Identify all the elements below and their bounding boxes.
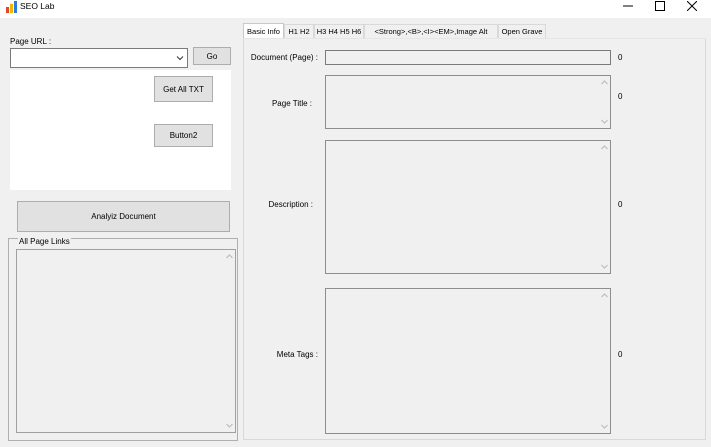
go-button[interactable]: Go bbox=[193, 47, 231, 65]
document-page-field[interactable] bbox=[325, 50, 611, 65]
page-title-textarea[interactable] bbox=[325, 75, 611, 129]
page-url-label: Page URL : bbox=[10, 37, 52, 46]
scroll-up-icon[interactable] bbox=[226, 254, 233, 259]
page-title-label: Page Title : bbox=[271, 99, 312, 108]
meta-tags-count: 0 bbox=[618, 350, 623, 359]
scroll-down-icon[interactable] bbox=[601, 424, 608, 429]
close-icon bbox=[687, 1, 697, 11]
get-all-txt-button[interactable]: Get All TXT bbox=[154, 76, 213, 102]
description-label: Description : bbox=[268, 200, 313, 209]
all-page-links-label: All Page Links bbox=[18, 237, 71, 247]
maximize-button[interactable] bbox=[644, 0, 676, 12]
document-page-count: 0 bbox=[618, 53, 623, 62]
document-page-label: Document (Page) : bbox=[250, 53, 318, 62]
page-url-combobox[interactable] bbox=[10, 48, 188, 68]
analyze-document-button[interactable]: Analyiz Document bbox=[17, 201, 230, 232]
app-icon bbox=[6, 1, 17, 13]
scroll-up-icon[interactable] bbox=[601, 293, 608, 298]
tab-open-grave[interactable]: Open Grave bbox=[498, 24, 546, 38]
window-title: SEO Lab bbox=[20, 1, 55, 11]
tab-strong-b-i-em-image-alt[interactable]: <Strong>,<B>,<I><EM>,Image Alt bbox=[364, 24, 498, 38]
title-bar bbox=[0, 0, 711, 18]
scroll-down-icon[interactable] bbox=[601, 264, 608, 269]
tab-h3-h6[interactable]: H3 H4 H5 H6 bbox=[314, 24, 364, 38]
maximize-icon bbox=[655, 1, 665, 11]
scroll-up-icon[interactable] bbox=[601, 80, 608, 85]
meta-tags-label: Meta Tags : bbox=[276, 350, 318, 359]
minimize-icon bbox=[623, 5, 633, 7]
scroll-up-icon[interactable] bbox=[601, 145, 608, 150]
chevron-down-icon[interactable] bbox=[176, 54, 184, 62]
tab-h1-h2[interactable]: H1 H2 bbox=[284, 24, 314, 38]
button2[interactable]: Button2 bbox=[154, 124, 213, 147]
description-count: 0 bbox=[618, 200, 623, 209]
page-links-textbox[interactable] bbox=[16, 249, 236, 433]
meta-tags-textarea[interactable] bbox=[325, 288, 611, 434]
page-title-count: 0 bbox=[618, 92, 623, 101]
description-textarea[interactable] bbox=[325, 140, 611, 274]
scroll-down-icon[interactable] bbox=[601, 119, 608, 124]
minimize-button[interactable] bbox=[612, 0, 644, 12]
tab-basic-info[interactable]: Basic Info bbox=[243, 23, 284, 38]
close-button[interactable] bbox=[676, 0, 708, 12]
scroll-down-icon[interactable] bbox=[226, 423, 233, 428]
